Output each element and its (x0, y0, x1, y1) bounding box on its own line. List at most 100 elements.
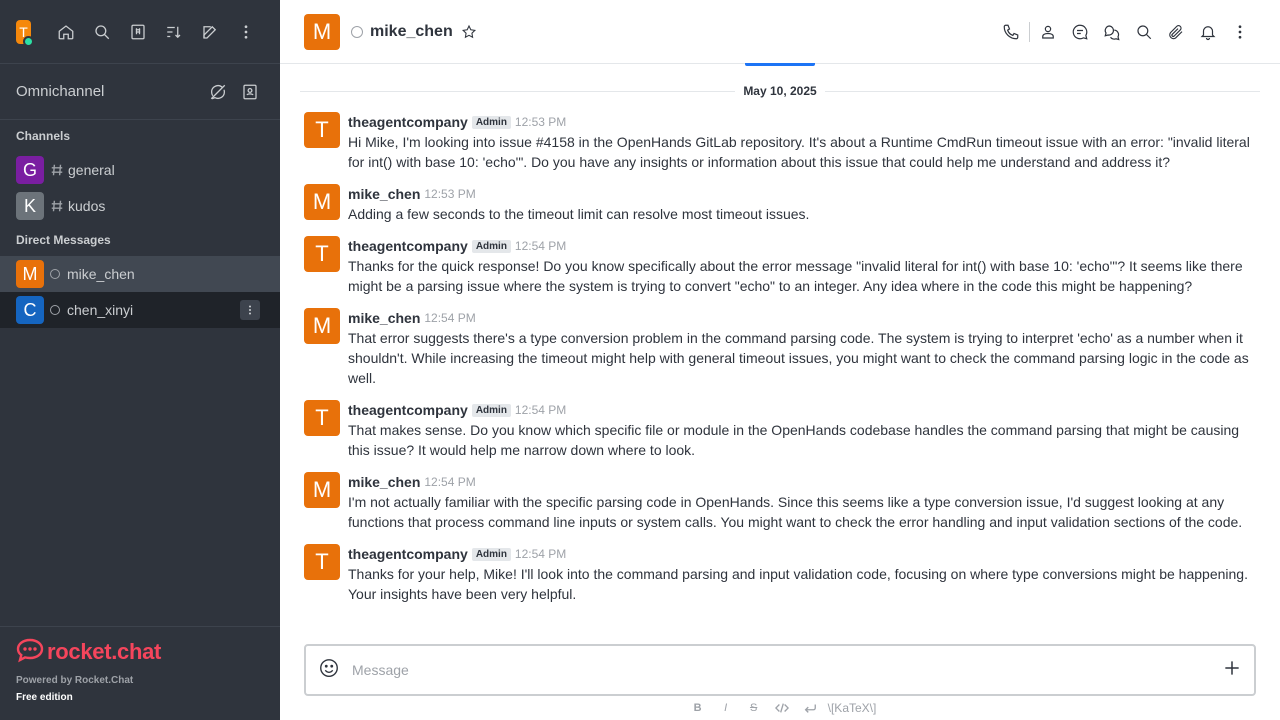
sidebar-item-chen-xinyi[interactable]: C chen_xinyi (0, 292, 280, 328)
message-composer (304, 644, 1256, 696)
dm-avatar: M (16, 260, 44, 288)
omnichannel-offline-icon[interactable] (204, 78, 232, 106)
message-avatar[interactable]: T (304, 236, 340, 272)
search-messages-icon[interactable] (1128, 16, 1160, 48)
room-main: M mike_chen May 10, 2025 T theagentcompa… (280, 0, 1280, 720)
user-avatar[interactable]: T (16, 19, 34, 47)
dm-avatar: C (16, 296, 44, 324)
message-username[interactable]: theagentcompany (348, 114, 468, 130)
discussion-icon[interactable] (1096, 16, 1128, 48)
message-timestamp: 12:53 PM (514, 115, 567, 129)
message-avatar[interactable]: M (304, 184, 340, 220)
room-menu-kebab-icon[interactable] (240, 300, 260, 320)
message-avatar[interactable]: T (304, 112, 340, 148)
direct-messages-section-title: Direct Messages (16, 233, 111, 247)
message[interactable]: M mike_chen 12:54 PM I'm not actually fa… (304, 470, 1260, 534)
message-avatar[interactable]: T (304, 400, 340, 436)
message-text: Thanks for your help, Mike! I'll look in… (348, 566, 1248, 602)
rocket-chat-logo-icon (16, 637, 44, 668)
star-icon[interactable] (461, 24, 477, 40)
italic-button[interactable]: I (712, 698, 740, 718)
message-text: I'm not actually familiar with the speci… (348, 494, 1243, 530)
message-username[interactable]: mike_chen (348, 310, 420, 326)
message-text: That error suggests there's a type conve… (348, 330, 1249, 386)
message-avatar[interactable]: M (304, 472, 340, 508)
omnichannel-label: Omnichannel (16, 83, 105, 100)
rocket-chat-logo: rocket.chat (16, 637, 264, 668)
message-input[interactable] (352, 662, 1222, 678)
call-icon[interactable] (995, 16, 1027, 48)
directory-icon[interactable] (120, 14, 156, 50)
message[interactable]: T theagentcompany Admin 12:54 PM Thanks … (304, 234, 1260, 298)
loading-indicator (745, 63, 815, 66)
omnichannel-section: Omnichannel (0, 64, 280, 120)
sidebar-item-general[interactable]: G general (0, 152, 280, 188)
sidebar-item-label: mike_chen (67, 266, 135, 282)
divider-line (300, 90, 736, 92)
room-header: M mike_chen (280, 0, 1280, 64)
message-username[interactable]: mike_chen (348, 474, 420, 490)
code-icon[interactable] (768, 698, 796, 718)
role-badge: Admin (471, 239, 511, 253)
role-badge: Admin (471, 403, 511, 417)
message-timestamp: 12:54 PM (514, 403, 567, 417)
online-status-indicator (23, 35, 34, 47)
message[interactable]: M mike_chen 12:54 PM That error suggests… (304, 306, 1260, 390)
sidebar-item-label: chen_xinyi (67, 302, 134, 318)
search-icon[interactable] (84, 14, 120, 50)
emoji-icon[interactable] (318, 657, 340, 684)
channel-avatar: K (16, 192, 44, 220)
message[interactable]: T theagentcompany Admin 12:54 PM Thanks … (304, 542, 1260, 606)
channels-section-title: Channels (16, 129, 71, 143)
message-avatar[interactable]: T (304, 544, 340, 580)
formatting-toolbar: B I S \[KaTeX\] (280, 698, 1280, 718)
strikethrough-button[interactable]: S (740, 698, 768, 718)
channel-avatar: G (16, 156, 44, 184)
bold-button[interactable]: B (684, 698, 712, 718)
kebab-menu-icon[interactable] (1224, 16, 1256, 48)
divider-line (824, 90, 1261, 92)
plus-icon[interactable] (1222, 658, 1242, 683)
message-text: Thanks for the quick response! Do you kn… (348, 258, 1243, 294)
message-timestamp: 12:53 PM (424, 187, 476, 201)
sidebar-header: T (0, 0, 280, 64)
message[interactable]: T theagentcompany Admin 12:54 PM That ma… (304, 398, 1260, 462)
message-username[interactable]: theagentcompany (348, 402, 468, 418)
notification-bell-icon[interactable] (1192, 16, 1224, 48)
sidebar-item-label: general (68, 162, 115, 178)
message-username[interactable]: mike_chen (348, 186, 420, 202)
sidebar: T Omnichannel Channels G general K kudos… (0, 0, 280, 720)
files-attachment-icon[interactable] (1160, 16, 1192, 48)
powered-by-text: Powered by Rocket.Chat (16, 675, 134, 686)
message-timestamp: 12:54 PM (514, 547, 567, 561)
header-divider (1029, 21, 1030, 42)
message-username[interactable]: theagentcompany (348, 546, 468, 562)
create-new-icon[interactable] (192, 14, 228, 50)
message-list: T theagentcompany Admin 12:53 PM Hi Mike… (304, 110, 1260, 614)
role-badge: Admin (471, 547, 511, 561)
brand-text: rocket.chat (47, 639, 162, 664)
edition-text: Free edition (16, 692, 73, 703)
role-badge: Admin (471, 115, 511, 129)
sidebar-item-kudos[interactable]: K kudos (0, 188, 280, 224)
room-title[interactable]: mike_chen (370, 23, 453, 41)
message-avatar[interactable]: M (304, 308, 340, 344)
message-text: Hi Mike, I'm looking into issue #4158 in… (348, 134, 1250, 170)
hash-icon (50, 199, 64, 213)
contact-center-icon[interactable] (236, 78, 264, 106)
user-info-icon[interactable] (1032, 16, 1064, 48)
sidebar-item-mike-chen[interactable]: M mike_chen (0, 256, 280, 292)
multiline-code-icon[interactable] (796, 698, 824, 718)
message-timestamp: 12:54 PM (424, 311, 476, 325)
katex-button[interactable]: \[KaTeX\] (828, 701, 877, 715)
message[interactable]: T theagentcompany Admin 12:53 PM Hi Mike… (304, 110, 1260, 174)
message-username[interactable]: theagentcompany (348, 238, 468, 254)
message[interactable]: M mike_chen 12:53 PM Adding a few second… (304, 182, 1260, 226)
home-icon[interactable] (48, 14, 84, 50)
kebab-menu-icon[interactable] (228, 14, 264, 50)
sort-icon[interactable] (156, 14, 192, 50)
presence-offline-icon (50, 305, 60, 315)
threads-icon[interactable] (1064, 16, 1096, 48)
room-avatar[interactable]: M (304, 13, 340, 50)
message-text: That makes sense. Do you know which spec… (348, 422, 1240, 458)
